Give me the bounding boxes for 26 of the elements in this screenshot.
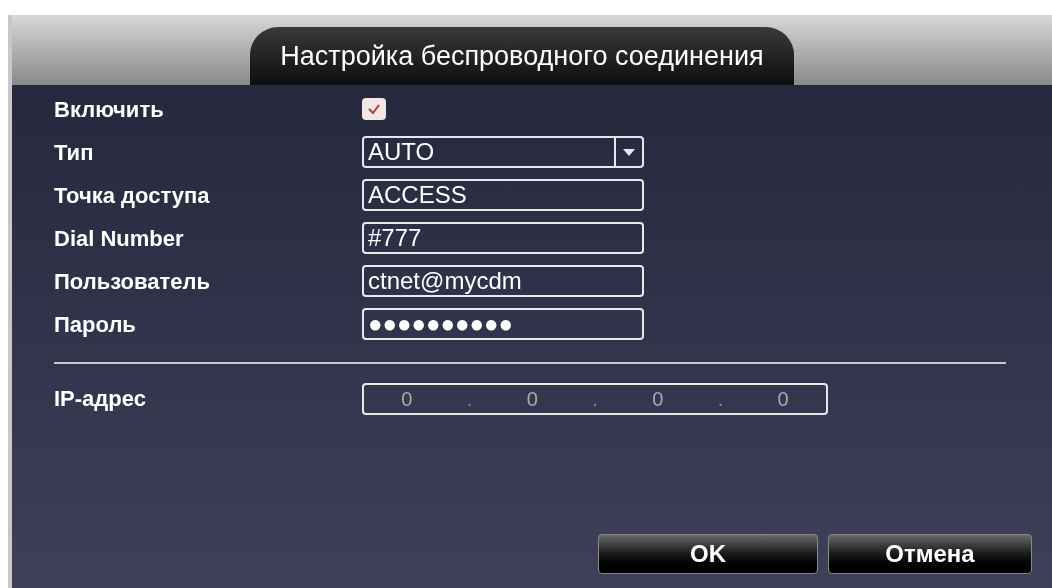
ip-address-field[interactable]: 0 . 0 . 0 . 0 — [362, 382, 828, 415]
checkbox[interactable] — [362, 98, 386, 120]
field-label: Точка доступа — [54, 181, 211, 210]
ip-octet: 0 — [401, 386, 413, 412]
field-label: Dial Number — [54, 224, 185, 253]
checkmark-icon — [367, 103, 381, 115]
ip-separator: . — [466, 386, 473, 412]
window-title: Настройка беспроводного соединения — [250, 27, 794, 85]
type-dropdown[interactable]: AUTO — [362, 136, 644, 168]
ip-octet: 0 — [526, 386, 538, 412]
ip-octet: 0 — [777, 386, 789, 412]
ip-separator: . — [592, 386, 598, 412]
field-label: Тип — [54, 138, 95, 167]
input-field[interactable]: ●●●●●●●●●● — [362, 308, 644, 340]
field-label: Пользователь — [54, 267, 211, 296]
input-field[interactable]: #777 — [362, 222, 644, 254]
ip-octet: 0 — [652, 386, 664, 412]
field-label: Включить — [54, 95, 165, 124]
ok-button[interactable]: OK — [598, 534, 818, 574]
field-label: IP-адрес — [54, 385, 147, 413]
input-field[interactable]: ctnet@mycdm — [362, 265, 644, 297]
caret-icon — [623, 148, 635, 156]
cancel-button[interactable]: Отмена — [828, 534, 1032, 574]
ip-separator: . — [717, 386, 724, 412]
field-label: Пароль — [54, 310, 137, 339]
input-field[interactable]: ACCESS — [362, 179, 644, 211]
